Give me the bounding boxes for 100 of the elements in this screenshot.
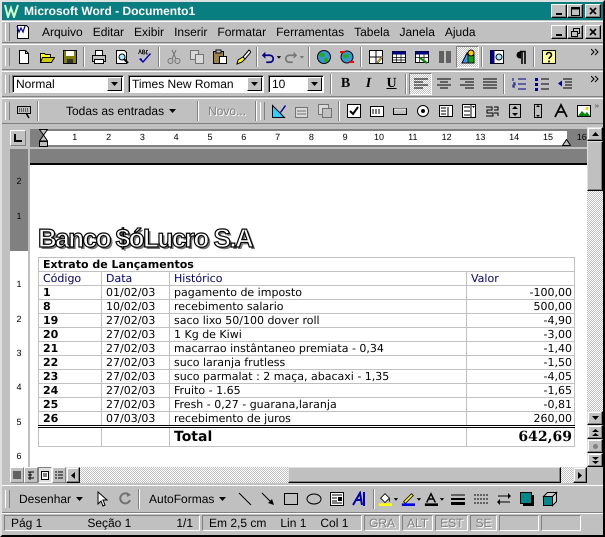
up-arrow-icon xyxy=(592,132,598,136)
status-pane xyxy=(540,515,580,531)
scroll-right-button[interactable] xyxy=(573,467,587,483)
menu-item[interactable]: Inserir xyxy=(169,25,212,39)
menu-item[interactable]: Janela xyxy=(394,25,440,39)
minimize-button[interactable] xyxy=(551,4,567,18)
caret-icon xyxy=(169,109,176,113)
total-label: Total xyxy=(170,426,466,446)
previous-page-button[interactable] xyxy=(587,425,603,439)
more-buttons-icon[interactable] xyxy=(591,48,599,56)
normal-view-icon[interactable] xyxy=(10,467,24,483)
status-pane xyxy=(498,515,538,531)
table-cell: 27/02/03 xyxy=(102,342,170,356)
table-cell: 24 xyxy=(38,384,102,398)
table-cell: saco lixo 50/100 dover roll xyxy=(170,314,466,328)
document-icon[interactable] xyxy=(15,24,31,40)
table-cell: 27/02/03 xyxy=(102,314,170,328)
more-buttons-icon[interactable] xyxy=(595,102,599,110)
position-indicator: Em 2,5 cm xyxy=(209,516,266,530)
next-page-button[interactable] xyxy=(587,453,603,467)
table-cell: 27/02/03 xyxy=(102,370,170,384)
document-close-button[interactable] xyxy=(585,25,601,39)
right-indent-marker[interactable] xyxy=(562,138,571,146)
font-dropdown[interactable]: Times New Roman xyxy=(128,75,264,93)
page-indicator: Pág 1 xyxy=(11,516,42,530)
table-cell: 1 Kg de Kiwi xyxy=(170,328,466,342)
table-cell: -0,81 xyxy=(466,398,574,412)
indent-marker[interactable] xyxy=(39,128,48,148)
page-count: 1/1 xyxy=(176,516,193,530)
menu-item[interactable]: Ferramentas xyxy=(271,25,350,39)
window-title: Microsoft Word - Documento1 xyxy=(24,4,196,18)
table-cell: 25 xyxy=(38,398,102,412)
table-title: Extrato de Lançamentos xyxy=(38,258,574,272)
table-cell: 27/02/03 xyxy=(102,384,170,398)
table-cell: Fruito - 1.65 xyxy=(170,384,466,398)
table-cell: 21 xyxy=(38,342,102,356)
table-cell: pagamento de imposto xyxy=(170,286,466,300)
table-cell: Fresh - 0,27 - guarana,laranja xyxy=(170,398,466,412)
menu-item[interactable]: Editar xyxy=(88,25,130,39)
maximize-icon xyxy=(570,6,580,16)
vertical-ruler: 2 1 1 2 3 4 5 6 xyxy=(10,149,28,467)
table-cell: 22 xyxy=(38,356,102,370)
document-heading: Banco $óLucro S.A xyxy=(38,221,587,255)
table-cell: 1 xyxy=(38,286,102,300)
table-cell: suco laranja frutless xyxy=(170,356,466,370)
left-arrow-icon xyxy=(71,472,75,478)
restore-icon xyxy=(570,28,580,36)
browse-object-button[interactable] xyxy=(587,439,603,453)
table-cell: -4,90 xyxy=(466,314,574,328)
close-icon xyxy=(589,28,597,36)
scroll-up-button[interactable] xyxy=(587,127,603,141)
table-cell: suco parmalat : 2 maça, abacaxi - 1,35 xyxy=(170,370,466,384)
horizontal-ruler: 1 2 3 4 5 6 7 8 9 10 11 12 13 14 15 16 xyxy=(30,128,587,148)
table-cell: 26 xyxy=(38,412,102,426)
menu-item[interactable]: Tabela xyxy=(349,25,394,39)
align-left-icon[interactable] xyxy=(409,73,432,95)
section-indicator: Seção 1 xyxy=(87,516,132,530)
menu-item[interactable]: Ajuda xyxy=(440,25,481,39)
table-cell: 8 xyxy=(38,300,102,314)
table-cell: macarrao instântaneo premiata - 0,34 xyxy=(170,342,466,356)
caret-icon xyxy=(76,497,84,501)
shapes-icon[interactable] xyxy=(456,46,479,68)
close-button[interactable] xyxy=(585,4,601,18)
table-cell: 27/02/03 xyxy=(102,356,170,370)
menu-item[interactable]: Arquivo xyxy=(37,25,88,39)
table-cell: 10/02/03 xyxy=(102,300,170,314)
document-restore-button[interactable] xyxy=(567,25,583,39)
outline-view-icon[interactable] xyxy=(52,467,66,483)
table-cell: -1,50 xyxy=(466,356,574,370)
more-buttons-icon[interactable] xyxy=(591,75,599,83)
web-view-icon[interactable] xyxy=(24,467,38,483)
style-dropdown[interactable]: Normal xyxy=(12,75,124,93)
scroll-thumb[interactable] xyxy=(587,141,603,191)
menu-item[interactable]: Formatar xyxy=(212,25,272,39)
table-cell: 01/02/03 xyxy=(102,286,170,300)
line-indicator: Lin 1 xyxy=(280,516,306,530)
scroll-left-button[interactable] xyxy=(66,467,80,483)
circle-icon xyxy=(592,442,598,450)
close-icon xyxy=(589,7,597,15)
column-header: Histórico xyxy=(170,272,466,286)
caret-icon xyxy=(219,497,226,501)
word-logo-icon xyxy=(4,4,20,18)
tab-stop-button[interactable] xyxy=(10,130,26,146)
table-cell: 500,00 xyxy=(466,300,574,314)
font-size-dropdown[interactable]: 10 xyxy=(268,75,324,93)
table-cell: 20 xyxy=(38,328,102,342)
table-cell: -1,65 xyxy=(466,384,574,398)
scroll-down-button[interactable] xyxy=(587,411,603,425)
column-header: Valor xyxy=(466,272,574,286)
document-minimize-button[interactable] xyxy=(551,25,567,39)
menu-item[interactable]: Exibir xyxy=(129,25,170,39)
maximize-button[interactable] xyxy=(567,4,583,18)
print-view-icon[interactable] xyxy=(38,467,52,483)
table-cell: -100,00 xyxy=(466,286,574,300)
table-cell: -4,05 xyxy=(466,370,574,384)
horizontal-scroll-thumb[interactable] xyxy=(288,467,561,483)
double-down-arrow-icon xyxy=(592,456,598,464)
table-cell: -1,40 xyxy=(466,342,574,356)
down-arrow-icon xyxy=(592,416,598,420)
left-tab-icon xyxy=(14,134,22,142)
